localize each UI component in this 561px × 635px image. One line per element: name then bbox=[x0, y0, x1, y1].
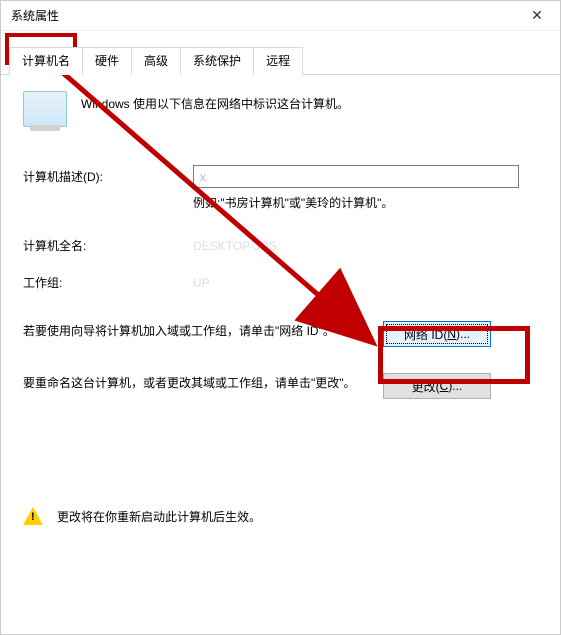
tab-hardware[interactable]: 硬件 bbox=[83, 47, 132, 75]
titlebar: 系统属性 ✕ bbox=[1, 1, 560, 31]
change-text: 要重命名这台计算机，或者更改其域或工作组，请单击"更改"。 bbox=[23, 373, 383, 393]
restart-note-text: 更改将在你重新启动此计算机后生效。 bbox=[57, 508, 261, 525]
workgroup-label: 工作组: bbox=[23, 274, 193, 291]
tab-advanced[interactable]: 高级 bbox=[132, 47, 181, 75]
computer-icon bbox=[23, 91, 67, 127]
description-input[interactable] bbox=[193, 165, 519, 188]
tab-system-protection[interactable]: 系统保护 bbox=[181, 47, 254, 75]
tab-remote[interactable]: 远程 bbox=[254, 47, 303, 75]
networkid-text: 若要使用向导将计算机加入域或工作组，请单击"网络 ID"。 bbox=[23, 321, 383, 341]
close-button[interactable]: ✕ bbox=[514, 1, 560, 31]
tab-strip: 计算机名 硬件 高级 系统保护 远程 bbox=[1, 31, 560, 75]
workgroup-value: UP bbox=[193, 276, 210, 290]
workgroup-row: 工作组: UP bbox=[23, 274, 538, 291]
window-title: 系统属性 bbox=[11, 7, 59, 24]
description-hint: 例如:"书房计算机"或"美玲的计算机"。 bbox=[23, 194, 538, 211]
intro-text: Windows 使用以下信息在网络中标识这台计算机。 bbox=[81, 91, 349, 112]
close-icon: ✕ bbox=[531, 7, 543, 24]
tab-content: Windows 使用以下信息在网络中标识这台计算机。 计算机描述(D): 例如:… bbox=[1, 75, 560, 399]
warning-icon bbox=[23, 507, 43, 525]
tab-computer-name[interactable]: 计算机名 bbox=[9, 47, 83, 75]
change-section: 要重命名这台计算机，或者更改其域或工作组，请单击"更改"。 更改(C)... bbox=[23, 373, 538, 399]
restart-note: 更改将在你重新启动此计算机后生效。 bbox=[1, 489, 560, 525]
description-row: 计算机描述(D): bbox=[23, 165, 538, 188]
intro-row: Windows 使用以下信息在网络中标识这台计算机。 bbox=[23, 91, 538, 127]
change-button[interactable]: 更改(C)... bbox=[383, 373, 491, 399]
description-label: 计算机描述(D): bbox=[23, 168, 193, 185]
networkid-section: 若要使用向导将计算机加入域或工作组，请单击"网络 ID"。 网络 ID(N)..… bbox=[23, 321, 538, 347]
fullname-row: 计算机全名: DESKTOP-JDS bbox=[23, 237, 538, 254]
fullname-label: 计算机全名: bbox=[23, 237, 193, 254]
fullname-value: DESKTOP-JDS bbox=[193, 239, 277, 253]
network-id-button[interactable]: 网络 ID(N)... bbox=[383, 321, 491, 347]
system-properties-window: 系统属性 ✕ 计算机名 硬件 高级 系统保护 远程 Windows 使用以下信息… bbox=[0, 0, 561, 635]
